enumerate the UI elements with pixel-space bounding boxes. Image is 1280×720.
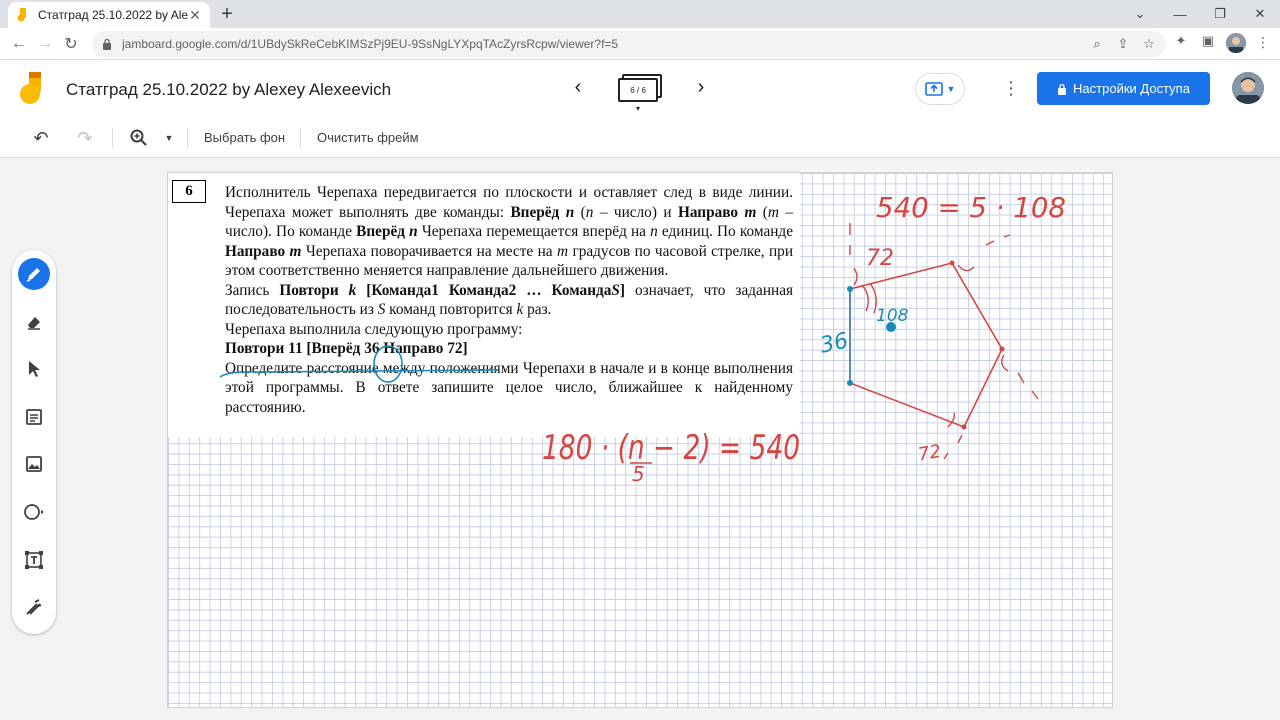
jamboard-logo-icon xyxy=(20,72,41,104)
lock-icon xyxy=(1058,83,1067,95)
set-background-button[interactable]: Выбрать фон xyxy=(204,130,285,145)
toolbar-divider xyxy=(187,128,188,148)
share-page-icon[interactable]: ⇪ xyxy=(1114,36,1132,52)
sticky-note-icon xyxy=(26,409,42,425)
window-controls: — ❐ ✕ xyxy=(1160,0,1280,28)
ink-formula-top: 540 = 5 · 108 xyxy=(876,191,1066,224)
text-box-tool[interactable] xyxy=(18,544,50,576)
address-bar[interactable]: jamboard.google.com/d/1UBdySkReCebKIMSzP… xyxy=(92,31,1166,57)
jam-title[interactable]: Статград 25.10.2022 by Alexey Alexeevich xyxy=(66,80,391,100)
jamboard-header: Статград 25.10.2022 by Alexey Alexeevich… xyxy=(0,60,1280,118)
tab-close-icon[interactable]: ✕ xyxy=(188,7,202,24)
chrome-profile-avatar[interactable] xyxy=(1226,33,1246,53)
toolbar-divider xyxy=(300,128,301,148)
access-settings-button[interactable]: Настройки Доступа xyxy=(1037,72,1210,105)
ink-layer: 540 = 5 · 108 72 108 36 180 · (n − 2) = … xyxy=(219,191,1066,486)
bookmark-star-icon[interactable]: ☆ xyxy=(1140,36,1158,52)
ink-label-72-bottom: 72 xyxy=(916,441,942,466)
more-options-icon[interactable]: ⋮ xyxy=(1002,78,1020,99)
extensions-icon[interactable]: ✦ xyxy=(1172,33,1190,51)
clear-frame-button[interactable]: Очистить фрейм xyxy=(317,130,419,145)
side-panel-icon[interactable]: ▣ xyxy=(1199,33,1217,51)
ink-vertex xyxy=(949,260,955,266)
zoom-icon[interactable]: ⌕ xyxy=(1088,36,1106,52)
zoom-in-icon[interactable] xyxy=(129,128,149,148)
toolbar-divider xyxy=(112,128,113,148)
eraser-tool[interactable] xyxy=(18,306,50,338)
eraser-icon xyxy=(28,317,40,330)
reload-icon[interactable]: ↻ xyxy=(60,33,82,55)
close-window-icon[interactable]: ✕ xyxy=(1240,0,1280,28)
chrome-menu-icon[interactable]: ⋮ xyxy=(1256,34,1270,51)
ink-circle xyxy=(373,345,403,383)
lock-icon xyxy=(103,38,111,50)
tab-title: Статград 25.10.2022 by Alexey Al xyxy=(38,8,188,22)
access-settings-label: Настройки Доступа xyxy=(1073,81,1190,96)
ink-formula-bottom: 180 · (n − 2) = 540 xyxy=(542,428,800,468)
jamboard-toolbar: ↶ ↷ ▼ Выбрать фон Очистить фрейм xyxy=(0,118,1280,158)
select-tool[interactable] xyxy=(18,353,50,385)
back-icon[interactable]: ← xyxy=(8,33,30,55)
ink-label-72: 72 xyxy=(866,246,894,271)
ink-angle-arc xyxy=(861,282,877,314)
circle-shape-icon xyxy=(24,504,44,520)
next-frame-icon[interactable]: › xyxy=(690,76,712,98)
ink-vertex xyxy=(847,380,853,386)
new-tab-icon[interactable]: + xyxy=(216,3,238,25)
frame-caret-icon: ▾ xyxy=(636,104,641,113)
redo-icon[interactable]: ↷ xyxy=(75,128,95,148)
url-text: jamboard.google.com/d/1UBdySkReCebKIMSzP… xyxy=(122,37,619,51)
ink-vertex xyxy=(999,346,1005,352)
ink-label-5: 5 xyxy=(632,462,645,486)
forward-icon[interactable]: → xyxy=(34,33,56,55)
ink-underline xyxy=(219,369,499,378)
tools-sidebar xyxy=(12,250,56,634)
prev-frame-icon[interactable]: ‹ xyxy=(567,76,589,98)
tab-search-icon[interactable]: ⌄ xyxy=(1120,0,1160,28)
pen-icon xyxy=(26,268,40,282)
ink-angle-arc xyxy=(1001,354,1039,400)
ink-label-36: 36 xyxy=(818,328,851,358)
ink-vertex xyxy=(961,424,967,430)
image-icon xyxy=(26,456,42,472)
pen-tool[interactable] xyxy=(18,258,50,290)
browser-tabstrip: Статград 25.10.2022 by Alexey Al ✕ + ⌄ —… xyxy=(0,0,1280,28)
jam-frame[interactable]: 6 Исполнитель Черепаха передвигается по … xyxy=(167,172,1113,708)
undo-icon[interactable]: ↶ xyxy=(31,128,51,148)
sticky-note-tool[interactable] xyxy=(18,401,50,433)
present-icon xyxy=(924,82,943,96)
ink-angle-arc xyxy=(957,234,1011,272)
cursor-icon xyxy=(29,361,40,377)
text-box-icon xyxy=(25,551,43,569)
jamboard-favicon-icon xyxy=(17,8,26,22)
ink-label-108: 108 xyxy=(876,306,909,326)
frame-bar-toggle[interactable]: 6 / 6 ▾ xyxy=(618,74,662,113)
user-avatar[interactable] xyxy=(1232,72,1264,104)
laser-tool[interactable] xyxy=(18,591,50,623)
user-avatar-icon xyxy=(1232,72,1264,104)
image-tool[interactable] xyxy=(18,448,50,480)
profile-avatar-icon xyxy=(1226,33,1246,53)
frame-counter: 6 / 6 xyxy=(618,78,658,102)
laser-icon xyxy=(26,599,42,615)
present-button[interactable]: ▼ xyxy=(915,73,965,105)
browser-toolbar: ← → ↻ jamboard.google.com/d/1UBdySkReCeb… xyxy=(0,28,1280,60)
present-caret-icon: ▼ xyxy=(946,84,956,94)
ink-angle-mark xyxy=(849,223,858,286)
ink-vertex xyxy=(847,286,853,292)
minimize-icon[interactable]: — xyxy=(1160,0,1200,28)
browser-tab[interactable]: Статград 25.10.2022 by Alexey Al ✕ xyxy=(8,2,210,28)
zoom-dropdown-icon[interactable]: ▼ xyxy=(159,128,179,148)
maximize-icon[interactable]: ❐ xyxy=(1200,0,1240,28)
shape-tool[interactable] xyxy=(18,496,50,528)
